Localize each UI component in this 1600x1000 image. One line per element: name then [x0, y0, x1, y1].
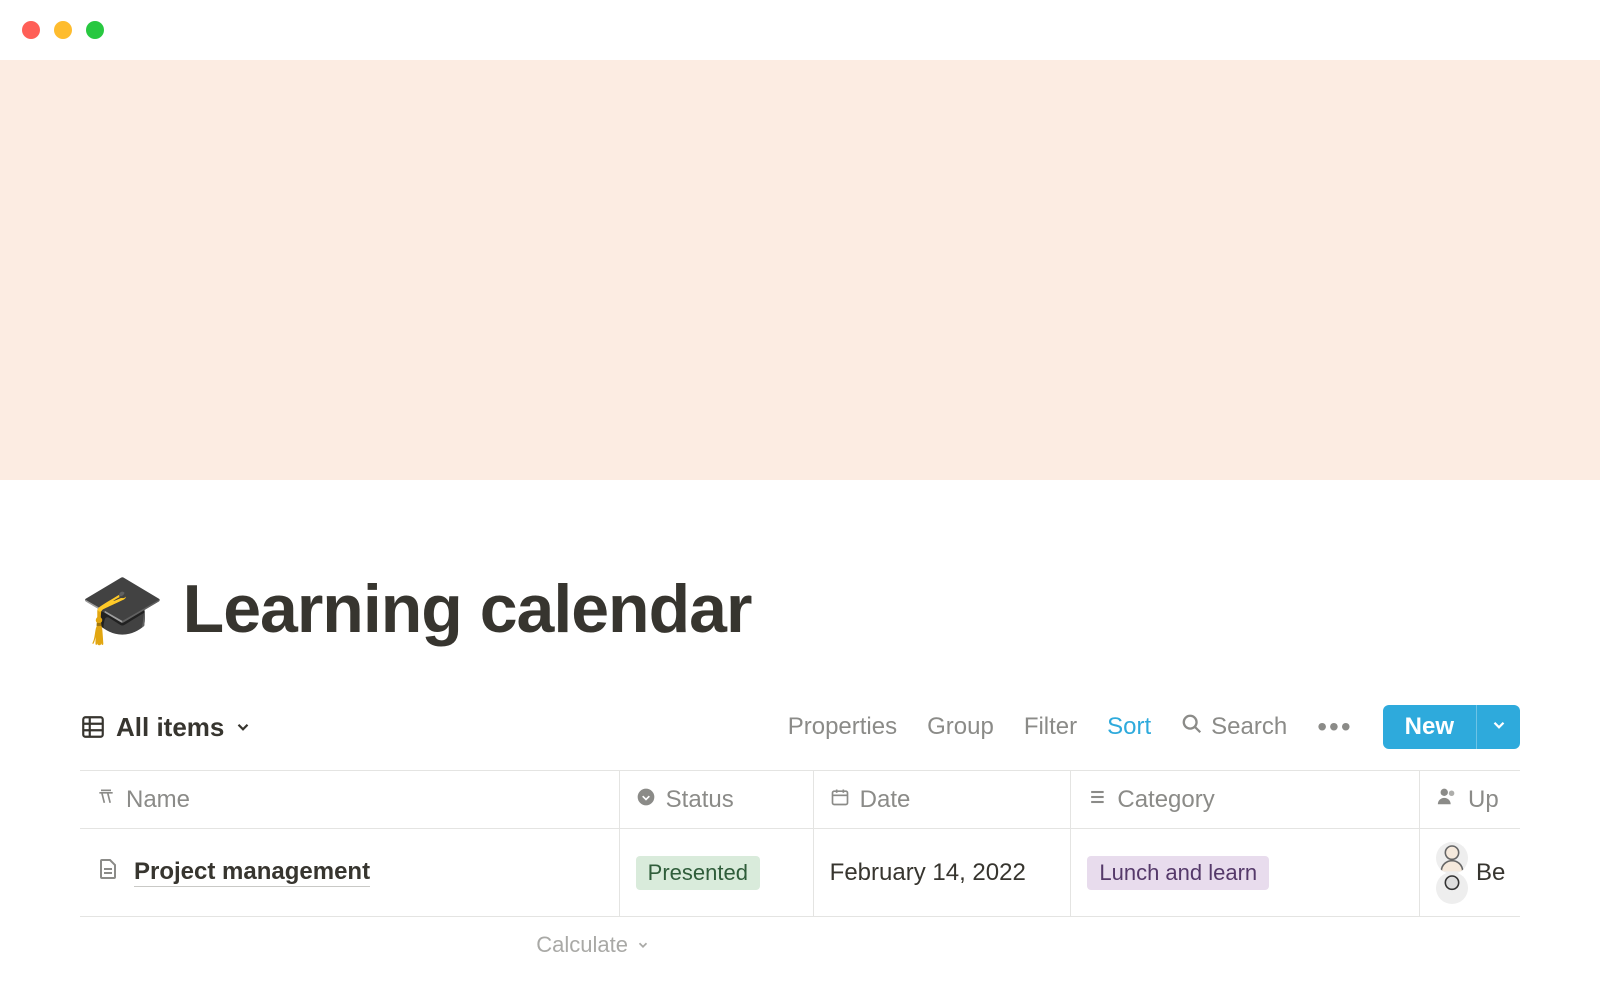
search-label: Search [1211, 713, 1287, 741]
database-toolbar: All items Properties Group Filter Sort [80, 702, 1520, 752]
table-header-row: Name Status [80, 771, 1520, 829]
new-dropdown-button[interactable] [1476, 705, 1520, 749]
search-button[interactable]: Search [1181, 713, 1287, 742]
column-header-name[interactable]: Name [80, 771, 620, 828]
properties-button[interactable]: Properties [788, 713, 897, 741]
column-header-date[interactable]: Date [814, 771, 1072, 828]
database-table: Name Status [80, 770, 1520, 973]
new-button[interactable]: New [1383, 705, 1476, 749]
people-property-icon [1436, 785, 1458, 814]
more-options-button[interactable]: ••• [1317, 713, 1352, 741]
search-icon [1181, 713, 1203, 742]
column-header-status[interactable]: Status [620, 771, 814, 828]
filter-button[interactable]: Filter [1024, 713, 1077, 741]
page-title[interactable]: Learning calendar [183, 570, 752, 648]
page-cover[interactable] [0, 60, 1600, 480]
row-title[interactable]: Project management [134, 858, 370, 887]
avatar [1436, 872, 1468, 904]
cell-people[interactable]: Be [1420, 829, 1520, 916]
window-titlebar [0, 0, 1600, 60]
page-icon [96, 857, 120, 888]
close-window-button[interactable] [22, 21, 40, 39]
cell-date[interactable]: February 14, 2022 [814, 829, 1072, 916]
group-button[interactable]: Group [927, 713, 994, 741]
select-property-icon [636, 786, 656, 814]
chevron-down-icon [234, 718, 252, 736]
table-icon [80, 714, 106, 740]
column-header-people[interactable]: Up [1420, 771, 1520, 828]
cell-category[interactable]: Lunch and learn [1071, 829, 1420, 916]
view-name: All items [116, 712, 224, 743]
chevron-down-icon [636, 932, 650, 958]
table-footer-row: Calculate [80, 917, 1520, 973]
sort-button[interactable]: Sort [1107, 713, 1151, 741]
multiselect-property-icon [1087, 786, 1107, 814]
people-text: Be [1476, 859, 1505, 887]
page-icon[interactable]: 🎓 [80, 575, 165, 643]
column-header-category[interactable]: Category [1071, 771, 1420, 828]
date-property-icon [830, 786, 850, 814]
new-button-group: New [1383, 705, 1520, 749]
text-property-icon [96, 786, 116, 814]
page-header: 🎓 Learning calendar [80, 570, 1520, 648]
maximize-window-button[interactable] [86, 21, 104, 39]
status-tag: Presented [636, 856, 760, 890]
category-tag: Lunch and learn [1087, 856, 1269, 890]
cell-status[interactable]: Presented [620, 829, 814, 916]
table-row[interactable]: Project management Presented February 14… [80, 829, 1520, 917]
calculate-button[interactable]: Calculate [80, 932, 670, 958]
view-switcher[interactable]: All items [80, 712, 252, 743]
chevron-down-icon [1490, 716, 1508, 739]
avatar [1436, 842, 1468, 874]
cell-name[interactable]: Project management [80, 829, 620, 916]
minimize-window-button[interactable] [54, 21, 72, 39]
